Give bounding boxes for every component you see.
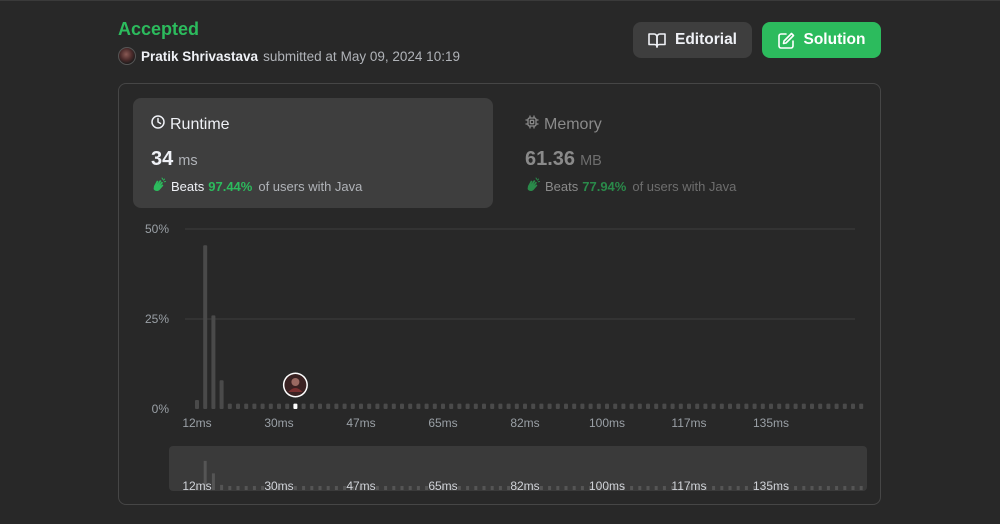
navigator-bar <box>802 486 806 490</box>
navigator-tick-label: 82ms <box>510 479 539 493</box>
submission-status: Accepted <box>118 19 200 39</box>
navigator-tick-label: 12ms <box>182 479 211 493</box>
navigator-bar <box>654 486 658 490</box>
navigator-bar <box>474 486 478 490</box>
navigator-bar <box>826 486 830 490</box>
runtime-range-navigator[interactable]: 12ms 30ms 47ms 65ms 82ms 100ms 117ms 135ms <box>119 84 880 504</box>
navigator-bar <box>646 486 650 490</box>
book-open-icon <box>648 32 666 48</box>
navigator-tick-label: 30ms <box>264 479 293 493</box>
editorial-label: Editorial <box>674 31 737 48</box>
navigator-bar <box>564 486 568 490</box>
solution-button[interactable]: Solution <box>762 22 881 58</box>
navigator-bar <box>326 486 330 490</box>
navigator-bar <box>384 486 388 490</box>
navigator-bar <box>236 486 240 490</box>
navigator-bar <box>630 486 634 490</box>
navigator-bar <box>457 486 461 490</box>
navigator-bar <box>851 486 855 490</box>
navigator-tick-label: 65ms <box>428 479 457 493</box>
navigator-bar <box>490 486 494 490</box>
navigator-tick-label: 117ms <box>671 479 706 493</box>
navigator-bar <box>408 486 412 490</box>
navigator-bar <box>859 486 863 490</box>
user-avatar[interactable] <box>118 47 136 65</box>
navigator-bar <box>220 484 224 490</box>
performance-panel: Runtime 34 ms Beats 97.44% of users with… <box>118 83 881 505</box>
navigator-bar <box>482 486 486 490</box>
navigator-bar <box>572 486 576 490</box>
navigator-bar <box>466 486 470 490</box>
navigator-bar <box>375 486 379 490</box>
user-name-link[interactable]: Pratik Shrivastava <box>141 49 258 64</box>
navigator-bar <box>794 486 798 490</box>
top-divider <box>0 0 1000 1</box>
editorial-button[interactable]: Editorial <box>633 22 752 58</box>
submitted-at-label: submitted at <box>263 48 337 64</box>
submitter-info: Pratik Shrivastava submitted at May 09, … <box>118 47 460 65</box>
navigator-bar <box>662 486 666 490</box>
solution-label: Solution <box>803 31 866 48</box>
navigator-bar <box>293 486 297 490</box>
navigator-bar <box>252 486 256 490</box>
navigator-bar <box>843 486 847 490</box>
navigator-bar <box>302 486 306 490</box>
navigator-bar <box>392 486 396 490</box>
navigator-bar <box>244 486 248 490</box>
navigator-bar <box>556 486 560 490</box>
navigator-bar <box>334 486 338 490</box>
navigator-tick-label: 47ms <box>346 479 375 493</box>
navigator-bar <box>638 486 642 490</box>
submission-date: May 09, 2024 10:19 <box>340 48 460 64</box>
navigator-bar <box>818 486 822 490</box>
navigator-bar <box>548 486 552 490</box>
navigator-bar <box>416 486 420 490</box>
navigator-bar <box>580 486 584 490</box>
navigator-bar <box>835 486 839 490</box>
navigator-bar <box>211 473 215 490</box>
navigator-bar <box>810 486 814 490</box>
navigator-bar <box>318 486 322 490</box>
navigator-bar <box>400 486 404 490</box>
navigator-bar <box>712 486 716 490</box>
edit-pencil-icon <box>777 32 795 49</box>
navigator-bar <box>720 486 724 490</box>
navigator-bar <box>728 486 732 490</box>
navigator-bar <box>498 486 502 490</box>
navigator-bar <box>539 486 543 490</box>
navigator-tick-label: 100ms <box>589 479 625 493</box>
navigator-tick-label: 135ms <box>753 479 789 493</box>
navigator-bar <box>228 486 232 490</box>
navigator-bar <box>310 486 314 490</box>
navigator-bar <box>736 486 740 490</box>
navigator-bar <box>744 486 748 490</box>
